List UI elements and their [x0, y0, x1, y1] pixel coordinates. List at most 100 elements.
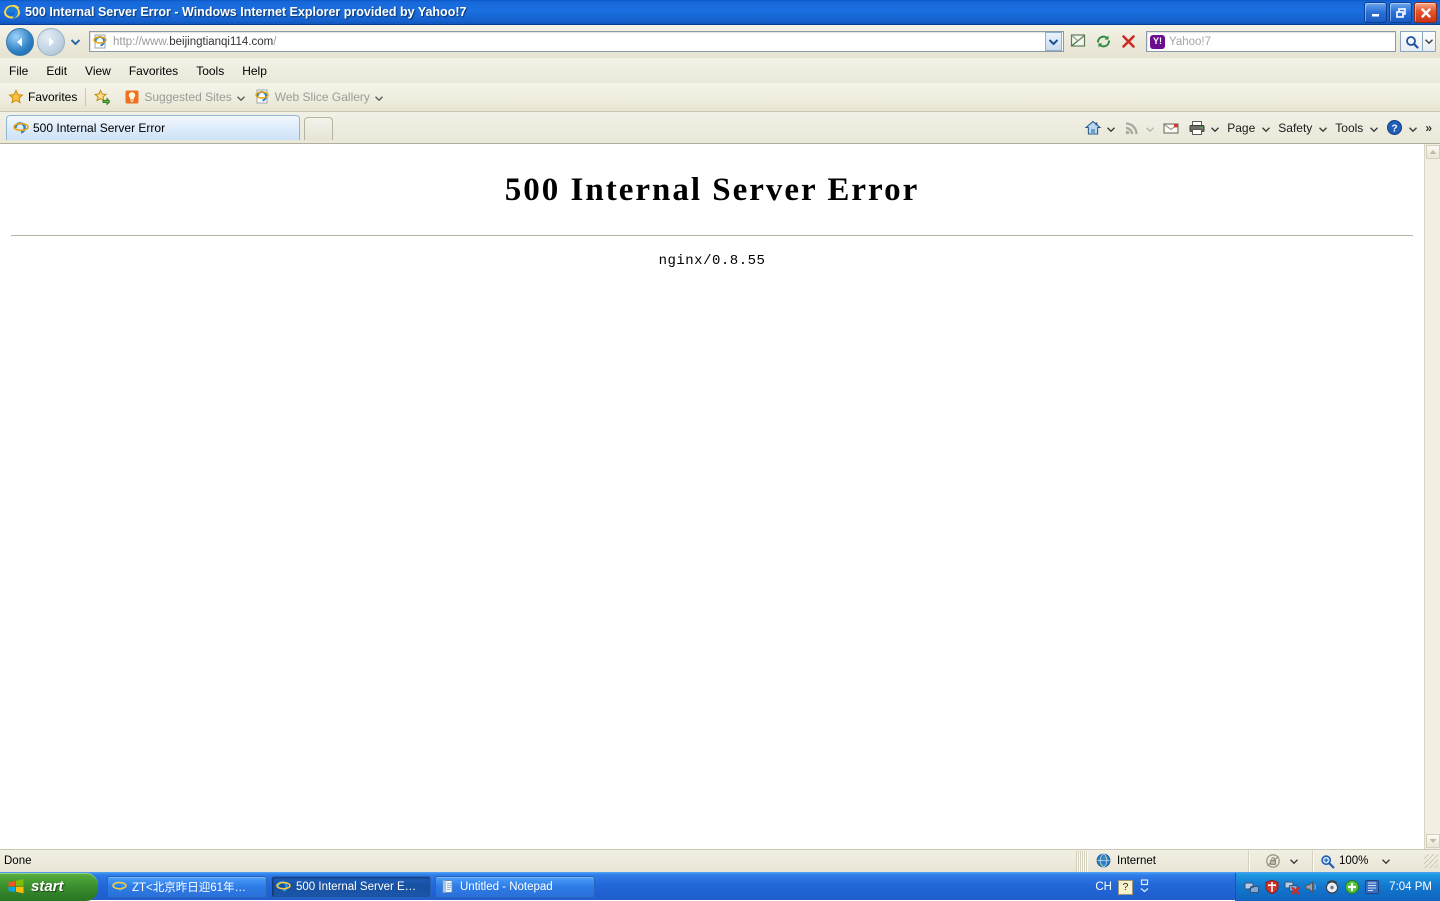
- zoom-chevron-down-icon[interactable]: [1382, 855, 1391, 867]
- vertical-scrollbar[interactable]: [1424, 144, 1440, 849]
- menu-item-view[interactable]: View: [76, 61, 120, 81]
- scroll-down-button[interactable]: [1426, 834, 1440, 848]
- scroll-up-button[interactable]: [1426, 145, 1440, 159]
- menu-item-favorites[interactable]: Favorites: [120, 61, 187, 81]
- home-button[interactable]: [1080, 117, 1119, 139]
- back-button[interactable]: [6, 27, 34, 56]
- favorites-button-label[interactable]: Favorites: [28, 90, 77, 104]
- menu-item-tools[interactable]: Tools: [187, 61, 233, 81]
- network-icon[interactable]: [1244, 879, 1260, 895]
- ie-icon: [276, 879, 292, 895]
- network-disconnected-icon[interactable]: [1284, 879, 1300, 895]
- read-mail-button[interactable]: [1158, 117, 1184, 139]
- url-path: /: [273, 35, 277, 48]
- start-button[interactable]: start: [0, 872, 98, 901]
- lightbulb-icon: [124, 89, 140, 105]
- suggested-sites-label: Suggested Sites: [144, 90, 232, 104]
- web-slice-gallery-chevron-down-icon[interactable]: [374, 90, 383, 104]
- favorites-bar: Favorites Suggested Sites Web Slice Gall…: [0, 83, 1440, 112]
- feeds-button[interactable]: [1119, 117, 1158, 139]
- stop-icon[interactable]: [1117, 31, 1139, 53]
- menu-item-file[interactable]: File: [0, 61, 37, 81]
- title-bar: 500 Internal Server Error - Windows Inte…: [0, 0, 1440, 25]
- system-clock[interactable]: 7:04 PM: [1389, 881, 1432, 893]
- safety-chevron-down-icon[interactable]: [1319, 121, 1328, 135]
- security-shield-icon[interactable]: [1264, 879, 1280, 895]
- feeds-chevron-down-icon: [1146, 121, 1155, 135]
- taskbar-item-500-internal-server-error[interactable]: 500 Internal Server E…: [271, 875, 431, 898]
- resize-grip[interactable]: [1424, 854, 1438, 868]
- favorites-separator: [85, 88, 87, 106]
- ime-restore-icon[interactable]: [1139, 878, 1150, 897]
- zoom-control[interactable]: 100%: [1314, 854, 1422, 869]
- ime-help-icon[interactable]: ?: [1118, 879, 1133, 895]
- taskbar-item-ie-chinese[interactable]: ZT<北京昨日迎61年…: [107, 875, 267, 898]
- menu-bar: File Edit View Favorites Tools Help: [0, 58, 1440, 83]
- address-bar[interactable]: http://www.beijingtianqi114.com/: [89, 31, 1064, 52]
- address-dropdown-chevron-down-icon[interactable]: [1045, 32, 1062, 51]
- window-title: 500 Internal Server Error - Windows Inte…: [25, 5, 467, 19]
- ime-language-label: CH: [1095, 881, 1112, 893]
- page-chevron-down-icon[interactable]: [1262, 121, 1271, 135]
- taskbar-item-notepad[interactable]: Untitled - Notepad: [435, 875, 595, 898]
- search-input[interactable]: Yahoo!7: [1169, 36, 1211, 48]
- tools-menu-button[interactable]: Tools: [1331, 117, 1382, 139]
- tools-chevron-down-icon[interactable]: [1370, 121, 1379, 135]
- add-to-favorites-bar-button[interactable]: [94, 89, 114, 106]
- internet-globe-icon: [1096, 853, 1112, 869]
- help-chevron-down-icon[interactable]: [1409, 121, 1418, 135]
- close-button[interactable]: [1414, 2, 1437, 23]
- taskbar-buttons: ZT<北京昨日迎61年… 500 Internal Server E… Unti…: [107, 875, 595, 898]
- suggested-sites-chevron-down-icon[interactable]: [236, 90, 245, 104]
- windows-flag-icon: [7, 878, 25, 896]
- navigation-toolbar: http://www.beijingtianqi114.com/ Y! Yaho…: [0, 25, 1440, 58]
- tab-bar: 500 Internal Server Error Page Safety To…: [0, 112, 1440, 143]
- tab-500-internal-server-error[interactable]: 500 Internal Server Error: [6, 115, 300, 140]
- page-menu-button[interactable]: Page: [1223, 117, 1274, 139]
- home-chevron-down-icon[interactable]: [1107, 121, 1116, 135]
- minimize-button[interactable]: [1364, 2, 1387, 23]
- home-icon: [1084, 119, 1102, 137]
- page-title: 500 Internal Server Error: [504, 172, 920, 208]
- green-plus-icon[interactable]: [1344, 879, 1360, 895]
- protected-mode-indicator[interactable]: [1250, 853, 1312, 869]
- taskbar-item-label: 500 Internal Server E…: [296, 880, 417, 893]
- notepad-icon: [440, 879, 456, 895]
- volume-icon[interactable]: [1304, 879, 1320, 895]
- mail-icon: [1162, 119, 1180, 137]
- search-options-chevron-down-icon[interactable]: [1423, 31, 1436, 52]
- search-box[interactable]: Y! Yahoo!7: [1146, 31, 1396, 52]
- url-tld: .com: [248, 35, 274, 48]
- ime-language-bar[interactable]: CH ?: [1093, 873, 1150, 901]
- menu-item-help[interactable]: Help: [233, 61, 276, 81]
- content-divider: [11, 235, 1413, 237]
- ie-icon: [13, 120, 29, 136]
- status-text: Done: [4, 855, 32, 867]
- compatibility-view-icon[interactable]: [1067, 31, 1089, 53]
- forward-button[interactable]: [37, 27, 65, 56]
- help-button[interactable]: ?: [1382, 117, 1421, 139]
- command-bar-overflow-button[interactable]: »: [1421, 121, 1436, 135]
- safety-menu-button[interactable]: Safety: [1274, 117, 1331, 139]
- suggested-sites-button[interactable]: Suggested Sites: [124, 89, 245, 105]
- ie-icon: [112, 879, 128, 895]
- blue-app-icon[interactable]: [1364, 879, 1380, 895]
- print-button[interactable]: [1184, 117, 1223, 139]
- print-chevron-down-icon[interactable]: [1211, 121, 1220, 135]
- recent-pages-chevron-down-icon[interactable]: [67, 32, 83, 52]
- new-tab-button[interactable]: [304, 117, 333, 140]
- disc-icon[interactable]: [1324, 879, 1340, 895]
- web-slice-gallery-button[interactable]: Web Slice Gallery: [255, 89, 383, 105]
- security-zone-label: Internet: [1117, 855, 1156, 867]
- menu-item-edit[interactable]: Edit: [37, 61, 76, 81]
- refresh-icon[interactable]: [1092, 31, 1114, 53]
- taskbar: start ZT<北京昨日迎61年… 500 Internal Server E…: [0, 872, 1440, 901]
- security-zone-indicator[interactable]: Internet: [1088, 853, 1248, 869]
- zoom-level-label: 100%: [1339, 855, 1369, 867]
- restore-button[interactable]: [1389, 2, 1412, 23]
- tools-menu-label: Tools: [1335, 120, 1364, 135]
- favorites-star-icon[interactable]: [8, 89, 24, 105]
- protected-mode-chevron-down-icon[interactable]: [1289, 855, 1298, 867]
- search-go-button[interactable]: [1400, 31, 1423, 52]
- error-page-content: 500 Internal Server Error nginx/0.8.55: [0, 144, 1424, 849]
